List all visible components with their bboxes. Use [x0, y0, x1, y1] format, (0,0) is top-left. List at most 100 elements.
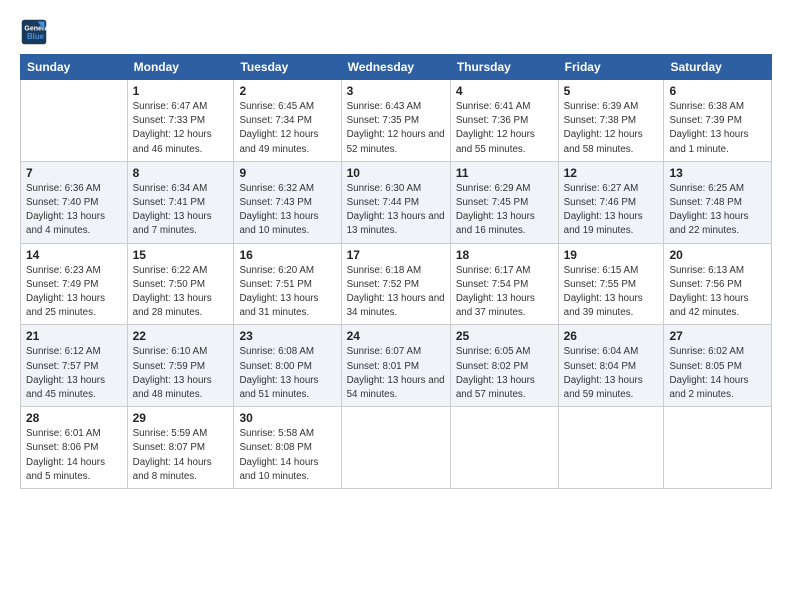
day-number: 3: [347, 84, 445, 98]
calendar-cell-0-1: 1Sunrise: 6:47 AMSunset: 7:33 PMDaylight…: [127, 80, 234, 162]
calendar-cell-0-3: 3 Sunrise: 6:43 AMSunset: 7:35 PMDaylight…: [341, 80, 450, 162]
day-info: Sunrise: 6:30 AMSunset: 7:44 PMDaylight:…: [347, 182, 445, 239]
day-info: Sunrise: 6:25 AMSunset: 7:48 PMDaylight:…: [669, 182, 766, 239]
day-info: Sunrise: 6:29 AMSunset: 7:45 PMDaylight:…: [456, 182, 553, 239]
calendar-cell-2-3: 17Sunrise: 6:18 AMSunset: 7:52 PMDayligh…: [341, 243, 450, 325]
day-number: 2: [239, 84, 335, 98]
weekday-header-monday: Monday: [127, 55, 234, 80]
calendar-table: SundayMondayTuesdayWednesdayThursdayFrid…: [20, 54, 772, 489]
calendar-week-0: 1Sunrise: 6:47 AMSunset: 7:33 PMDaylight…: [21, 80, 772, 162]
page: General Blue SundayMondayTuesdayWednesda…: [0, 0, 792, 612]
day-info: Sunrise: 6:07 AMSunset: 8:01 PMDaylight:…: [347, 345, 445, 402]
day-number: 5: [564, 84, 659, 98]
weekday-header-sunday: Sunday: [21, 55, 128, 80]
day-info: Sunrise: 6:41 AMSunset: 7:36 PMDaylight:…: [456, 100, 553, 157]
day-info: Sunrise: 6:22 AMSunset: 7:50 PMDaylight:…: [133, 264, 229, 321]
day-number: 11: [456, 166, 553, 180]
day-info: Sunrise: 6:01 AMSunset: 8:06 PMDaylight:…: [26, 427, 122, 484]
day-info: Sunrise: 6:13 AMSunset: 7:56 PMDaylight:…: [669, 264, 766, 321]
calendar-cell-1-4: 11 Sunrise: 6:29 AMSunset: 7:45 PMDayligh…: [450, 161, 558, 243]
calendar-body: 1Sunrise: 6:47 AMSunset: 7:33 PMDaylight…: [21, 80, 772, 489]
calendar-cell-2-6: 20 Sunrise: 6:13 AMSunset: 7:56 PMDayligh…: [664, 243, 772, 325]
day-info: Sunrise: 6:10 AMSunset: 7:59 PMDaylight:…: [133, 345, 229, 402]
day-number: 24: [347, 329, 445, 343]
calendar-cell-3-6: 27 Sunrise: 6:02 AMSunset: 8:05 PMDayligh…: [664, 325, 772, 407]
day-number: 9: [239, 166, 335, 180]
calendar-cell-2-5: 19 Sunrise: 6:15 AMSunset: 7:55 PMDayligh…: [558, 243, 664, 325]
weekday-header-thursday: Thursday: [450, 55, 558, 80]
calendar-week-1: 7 Sunrise: 6:36 AMSunset: 7:40 PMDaylight…: [21, 161, 772, 243]
weekday-header-saturday: Saturday: [664, 55, 772, 80]
calendar-cell-0-0: [21, 80, 128, 162]
day-info: Sunrise: 5:59 AMSunset: 8:07 PMDaylight:…: [133, 427, 229, 484]
calendar-cell-3-4: 25Sunrise: 6:05 AMSunset: 8:02 PMDayligh…: [450, 325, 558, 407]
calendar-cell-2-4: 18 Sunrise: 6:17 AMSunset: 7:54 PMDayligh…: [450, 243, 558, 325]
day-number: 14: [26, 248, 122, 262]
calendar-week-3: 21Sunrise: 6:12 AMSunset: 7:57 PMDayligh…: [21, 325, 772, 407]
day-number: 29: [133, 411, 229, 425]
day-number: 4: [456, 84, 553, 98]
calendar-cell-0-4: 4 Sunrise: 6:41 AMSunset: 7:36 PMDaylight…: [450, 80, 558, 162]
day-info: Sunrise: 6:04 AMSunset: 8:04 PMDaylight:…: [564, 345, 659, 402]
day-number: 10: [347, 166, 445, 180]
day-info: Sunrise: 6:39 AMSunset: 7:38 PMDaylight:…: [564, 100, 659, 157]
calendar-cell-4-0: 28 Sunrise: 6:01 AMSunset: 8:06 PMDayligh…: [21, 407, 128, 489]
calendar-cell-3-3: 24 Sunrise: 6:07 AMSunset: 8:01 PMDayligh…: [341, 325, 450, 407]
day-info: Sunrise: 6:12 AMSunset: 7:57 PMDaylight:…: [26, 345, 122, 402]
day-info: Sunrise: 6:23 AMSunset: 7:49 PMDaylight:…: [26, 264, 122, 321]
calendar-cell-3-2: 23 Sunrise: 6:08 AMSunset: 8:00 PMDayligh…: [234, 325, 341, 407]
weekday-header-tuesday: Tuesday: [234, 55, 341, 80]
calendar-cell-1-5: 12 Sunrise: 6:27 AMSunset: 7:46 PMDayligh…: [558, 161, 664, 243]
weekday-header-friday: Friday: [558, 55, 664, 80]
day-info: Sunrise: 6:43 AMSunset: 7:35 PMDaylight:…: [347, 100, 445, 157]
calendar-header: SundayMondayTuesdayWednesdayThursdayFrid…: [21, 55, 772, 80]
calendar-cell-2-1: 15 Sunrise: 6:22 AMSunset: 7:50 PMDayligh…: [127, 243, 234, 325]
day-info: Sunrise: 6:17 AMSunset: 7:54 PMDaylight:…: [456, 264, 553, 321]
day-number: 1: [133, 84, 229, 98]
calendar-cell-3-5: 26 Sunrise: 6:04 AMSunset: 8:04 PMDayligh…: [558, 325, 664, 407]
calendar-cell-1-2: 9Sunrise: 6:32 AMSunset: 7:43 PMDaylight…: [234, 161, 341, 243]
calendar-cell-2-0: 14 Sunrise: 6:23 AMSunset: 7:49 PMDayligh…: [21, 243, 128, 325]
calendar-cell-2-2: 16 Sunrise: 6:20 AMSunset: 7:51 PMDayligh…: [234, 243, 341, 325]
day-number: 8: [133, 166, 229, 180]
day-number: 7: [26, 166, 122, 180]
day-number: 26: [564, 329, 659, 343]
day-info: Sunrise: 6:45 AMSunset: 7:34 PMDaylight:…: [239, 100, 335, 157]
day-number: 19: [564, 248, 659, 262]
calendar-cell-4-3: [341, 407, 450, 489]
day-number: 6: [669, 84, 766, 98]
calendar-cell-4-4: [450, 407, 558, 489]
calendar-cell-4-6: [664, 407, 772, 489]
svg-text:Blue: Blue: [27, 32, 45, 41]
day-info: Sunrise: 6:34 AMSunset: 7:41 PMDaylight:…: [133, 182, 229, 239]
day-info: Sunrise: 6:05 AMSunset: 8:02 PMDaylight:…: [456, 345, 553, 402]
day-number: 16: [239, 248, 335, 262]
logo-icon: General Blue: [20, 18, 48, 46]
calendar-cell-0-5: 5 Sunrise: 6:39 AMSunset: 7:38 PMDaylight…: [558, 80, 664, 162]
calendar-cell-1-0: 7 Sunrise: 6:36 AMSunset: 7:40 PMDaylight…: [21, 161, 128, 243]
calendar-cell-4-5: [558, 407, 664, 489]
day-info: Sunrise: 6:36 AMSunset: 7:40 PMDaylight:…: [26, 182, 122, 239]
day-number: 12: [564, 166, 659, 180]
calendar-cell-1-3: 10 Sunrise: 6:30 AMSunset: 7:44 PMDayligh…: [341, 161, 450, 243]
day-info: Sunrise: 6:18 AMSunset: 7:52 PMDaylight:…: [347, 264, 445, 321]
day-info: Sunrise: 6:02 AMSunset: 8:05 PMDaylight:…: [669, 345, 766, 402]
day-number: 30: [239, 411, 335, 425]
calendar-cell-1-6: 13Sunrise: 6:25 AMSunset: 7:48 PMDayligh…: [664, 161, 772, 243]
day-number: 20: [669, 248, 766, 262]
calendar-cell-3-1: 22Sunrise: 6:10 AMSunset: 7:59 PMDayligh…: [127, 325, 234, 407]
day-number: 23: [239, 329, 335, 343]
day-number: 27: [669, 329, 766, 343]
day-number: 15: [133, 248, 229, 262]
day-number: 18: [456, 248, 553, 262]
day-number: 28: [26, 411, 122, 425]
calendar-cell-4-1: 29 Sunrise: 5:59 AMSunset: 8:07 PMDayligh…: [127, 407, 234, 489]
calendar-cell-0-2: 2 Sunrise: 6:45 AMSunset: 7:34 PMDaylight…: [234, 80, 341, 162]
day-info: Sunrise: 6:27 AMSunset: 7:46 PMDaylight:…: [564, 182, 659, 239]
weekday-header-wednesday: Wednesday: [341, 55, 450, 80]
day-info: Sunrise: 6:20 AMSunset: 7:51 PMDaylight:…: [239, 264, 335, 321]
calendar-cell-1-1: 8 Sunrise: 6:34 AMSunset: 7:41 PMDaylight…: [127, 161, 234, 243]
header-row: SundayMondayTuesdayWednesdayThursdayFrid…: [21, 55, 772, 80]
day-info: Sunrise: 6:15 AMSunset: 7:55 PMDaylight:…: [564, 264, 659, 321]
day-info: Sunrise: 6:08 AMSunset: 8:00 PMDaylight:…: [239, 345, 335, 402]
